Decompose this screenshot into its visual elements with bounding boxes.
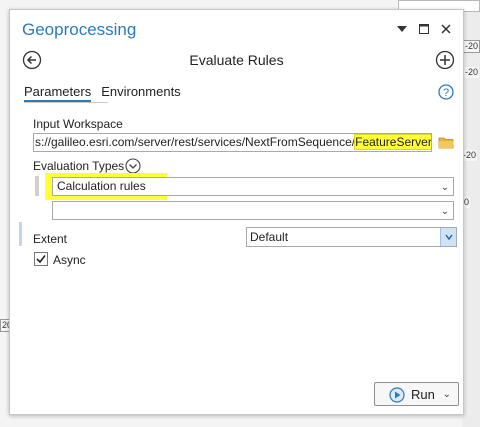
folder-icon <box>438 137 454 149</box>
pane-titlebar: Geoprocessing <box>10 10 463 44</box>
add-icon <box>435 50 455 70</box>
add-button[interactable] <box>435 50 455 70</box>
workspace-path-highlight: FeatureServer <box>354 134 432 150</box>
browse-button[interactable] <box>438 135 455 149</box>
maximize-icon <box>419 24 429 34</box>
evaluation-types-label: Evaluation Types <box>33 159 125 173</box>
evaluation-type-value: Calculation rules <box>57 179 146 193</box>
tab-environments[interactable]: Environments <box>101 84 180 102</box>
async-checkbox[interactable] <box>34 252 48 266</box>
tool-title: Evaluate Rules <box>189 52 284 68</box>
run-button[interactable]: Run ⌄ <box>374 382 459 406</box>
map-label: -20 <box>464 67 480 78</box>
close-icon <box>441 24 451 34</box>
tab-divider <box>24 102 108 103</box>
chevron-down-icon: ⌄ <box>440 206 449 217</box>
pane-title: Geoprocessing <box>22 20 137 39</box>
async-label: Async <box>53 253 86 267</box>
run-options-chevron[interactable]: ⌄ <box>443 389 451 400</box>
evaluation-type-select[interactable]: Calculation rules ⌄ <box>52 177 454 196</box>
checkmark-icon <box>36 255 46 264</box>
pane-close-button[interactable] <box>439 22 453 36</box>
run-icon <box>389 387 405 403</box>
help-button[interactable]: ? <box>438 84 454 100</box>
svg-text:?: ? <box>443 87 449 99</box>
pane-menu-button[interactable] <box>395 22 409 36</box>
evaluation-type-select-empty[interactable]: ⌄ <box>52 201 454 220</box>
extent-value: Default <box>250 230 289 244</box>
list-marker <box>35 176 39 196</box>
extent-dropdown-button[interactable] <box>440 228 456 246</box>
dropdown-arrow-icon <box>397 26 407 32</box>
tab-parameters[interactable]: Parameters <box>24 84 92 102</box>
chevron-down-icon <box>125 158 141 174</box>
map-label: -20 <box>463 40 480 53</box>
extent-label: Extent <box>33 232 68 246</box>
tab-strip: Parameters Environments <box>24 84 181 102</box>
chevron-down-icon <box>444 234 453 240</box>
map-background <box>462 0 480 427</box>
evaluation-types-toggle[interactable] <box>125 158 141 174</box>
geoprocessing-pane: Geoprocessing Evaluate Rules Parameters … <box>9 9 464 415</box>
tool-navbar: Evaluate Rules <box>10 46 463 76</box>
chevron-down-icon: ⌄ <box>440 182 449 193</box>
workspace-path-text: s://galileo.esri.com/server/rest/service… <box>35 135 356 149</box>
pane-controls <box>395 22 453 36</box>
run-label: Run <box>411 387 435 402</box>
extent-select[interactable]: Default <box>246 227 457 247</box>
extent-marker <box>19 222 22 246</box>
help-icon: ? <box>438 84 454 100</box>
pane-autohide-button[interactable] <box>417 22 431 36</box>
map-label: -20 <box>462 150 478 161</box>
input-workspace-field[interactable]: s://galileo.esri.com/server/rest/service… <box>33 133 432 152</box>
input-workspace-label: Input Workspace <box>33 117 123 131</box>
